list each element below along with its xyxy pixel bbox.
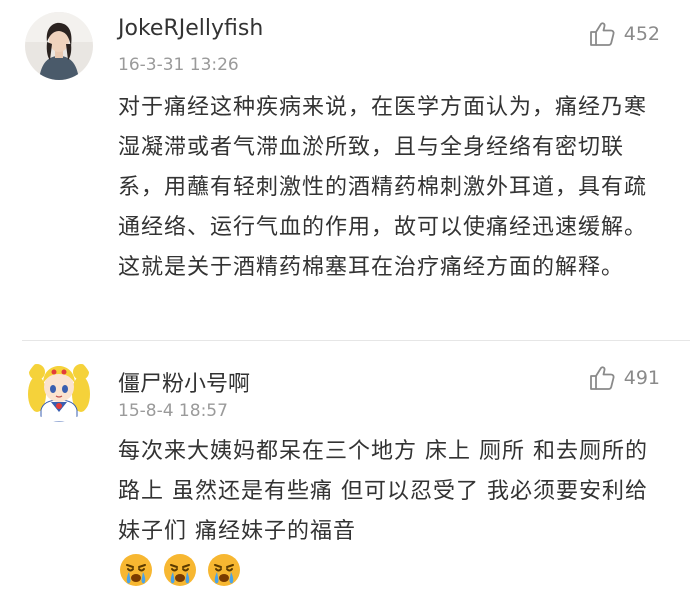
like-count: 491 — [623, 367, 660, 389]
avatar[interactable] — [25, 354, 93, 422]
timestamp: 16-3-31 13:26 — [118, 55, 239, 75]
thumbs-up-icon — [589, 366, 615, 390]
like-count: 452 — [623, 23, 660, 45]
comment-item: 僵尸粉小号啊 15-8-4 18:57 491 每次来大姨妈都呆在三个地方 床上… — [0, 340, 690, 597]
avatar[interactable] — [25, 12, 93, 80]
anime-character-avatar-icon — [25, 354, 93, 422]
user-photo-avatar-icon — [25, 12, 93, 80]
comment-text: 每次来大姨妈都呆在三个地方 床上 厕所 和去厕所的路上 虽然还是有些痛 但可以忍… — [118, 439, 648, 544]
emoji-row — [118, 552, 242, 588]
username[interactable]: JokeRJellyfish — [118, 16, 263, 41]
timestamp: 15-8-4 18:57 — [118, 401, 228, 421]
crying-face-emoji-icon — [120, 554, 152, 586]
crying-face-emoji-icon — [208, 554, 240, 586]
comment-text: 对于痛经这种疾病来说，在医学方面认为，痛经乃寒湿凝滞或者气滞血淤所致，且与全身经… — [118, 95, 648, 280]
comment-item: JokeRJellyfish 16-3-31 13:26 452 对于痛经这种疾… — [0, 0, 690, 340]
username[interactable]: 僵尸粉小号啊 — [118, 366, 250, 398]
thumbs-up-icon — [589, 22, 615, 46]
like-button[interactable]: 491 — [588, 364, 660, 392]
like-button[interactable]: 452 — [588, 20, 660, 48]
crying-face-emoji-icon — [164, 554, 196, 586]
